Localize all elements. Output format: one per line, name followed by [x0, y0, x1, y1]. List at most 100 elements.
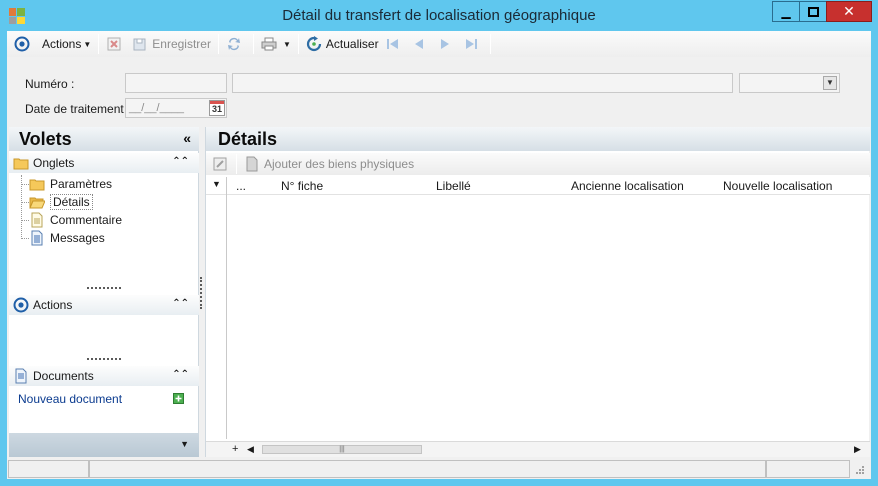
onglets-group-header[interactable]: Onglets ⌃⌃	[9, 153, 199, 173]
tree-item-messages[interactable]: Messages	[29, 229, 105, 247]
calendar-day: 31	[211, 104, 222, 114]
add-row-icon[interactable]: +	[232, 443, 238, 455]
refresh-label: Actualiser	[325, 37, 379, 51]
sync-button[interactable]	[223, 33, 249, 55]
document-lines-icon	[31, 230, 43, 246]
folder-icon	[29, 179, 45, 191]
volets-pane: Volets « Onglets ⌃⌃ Paramètres Détails C…	[9, 127, 199, 457]
collapse-pane-button[interactable]: «	[183, 130, 191, 146]
column-header-nouvelle-localisation[interactable]: Nouvelle localisation	[723, 179, 832, 193]
toolbar-separator	[98, 34, 100, 54]
maximize-button[interactable]	[799, 1, 827, 22]
edit-icon[interactable]	[212, 156, 228, 172]
details-header: Détails	[206, 127, 870, 151]
toolbar-separator	[236, 154, 237, 174]
minimize-icon: ▁	[781, 4, 791, 19]
tree-line	[21, 184, 29, 185]
resize-grip[interactable]	[87, 358, 121, 360]
print-button[interactable]: ▼	[258, 33, 294, 55]
scroll-left-icon[interactable]: ◀	[247, 444, 254, 455]
tree-line	[21, 202, 29, 203]
delete-button[interactable]	[103, 33, 129, 55]
close-button[interactable]: ✕	[826, 1, 872, 22]
last-record-button[interactable]	[460, 33, 486, 55]
chevron-down-icon[interactable]: ▼	[823, 76, 837, 90]
chevron-up-icon[interactable]: ⌃⌃	[172, 156, 189, 167]
grid-border	[226, 177, 227, 439]
next-icon	[440, 39, 449, 49]
chevron-up-icon[interactable]: ⌃⌃	[172, 298, 189, 309]
tree-item-label: Commentaire	[50, 213, 123, 227]
folder-icon	[13, 158, 29, 170]
title-bar: Détail du transfert de localisation géog…	[0, 0, 878, 30]
date-field[interactable]: __/__/____ 31	[125, 98, 227, 118]
new-document-link[interactable]: Nouveau document	[18, 392, 122, 406]
document-lines-icon	[15, 368, 27, 384]
minimize-button[interactable]: ▁	[772, 1, 800, 22]
toolbar-separator	[217, 34, 219, 54]
actions-icon	[13, 297, 29, 313]
chevron-down-icon[interactable]: ▼	[180, 439, 189, 449]
previous-record-button[interactable]	[408, 33, 434, 55]
main-window: Détail du transfert de localisation géog…	[0, 0, 878, 486]
delete-icon	[107, 37, 121, 51]
tree-item-label: Paramètres	[50, 177, 113, 191]
actions-icon	[14, 36, 30, 52]
documents-group-header[interactable]: Documents ⌃⌃	[9, 366, 199, 386]
toolbar-separator	[489, 34, 491, 54]
column-header-fiche[interactable]: N° fiche	[281, 179, 323, 193]
first-icon	[386, 39, 398, 49]
column-header-ancienne-localisation[interactable]: Ancienne localisation	[571, 179, 684, 193]
main-toolbar: Actions ▼ Enregistrer ▼ Actualiser	[7, 31, 871, 57]
chevron-up-icon[interactable]: ⌃⌃	[172, 369, 189, 380]
chevron-down-icon: ▼	[282, 39, 291, 49]
resize-grip[interactable]	[87, 287, 121, 289]
chevron-down-icon: ▼	[83, 39, 92, 49]
tree-item-parametres[interactable]: Paramètres	[29, 175, 112, 193]
actions-menu-button[interactable]: Actions ▼	[11, 33, 94, 55]
refresh-icon	[306, 36, 321, 52]
actions-group-header[interactable]: Actions ⌃⌃	[9, 295, 199, 315]
documents-title: Documents	[33, 369, 94, 383]
tree-item-label: Détails	[50, 194, 93, 210]
numero-type-select[interactable]: ▼	[739, 73, 840, 93]
scroll-right-icon[interactable]: ▶	[854, 444, 861, 455]
volets-header: Volets «	[9, 127, 199, 151]
refresh-button[interactable]: Actualiser	[303, 33, 382, 55]
details-toolbar: Ajouter des biens physiques	[206, 153, 870, 175]
next-record-button[interactable]	[434, 33, 460, 55]
status-panel	[766, 460, 850, 478]
save-label: Enregistrer	[152, 37, 211, 51]
horizontal-scrollbar-thumb[interactable]: |||	[262, 445, 422, 454]
status-panel	[89, 460, 766, 478]
grid-menu-icon[interactable]: ▼	[212, 179, 221, 189]
add-icon[interactable]	[173, 393, 184, 404]
printer-icon	[261, 37, 277, 51]
resize-grip-icon[interactable]	[855, 465, 865, 475]
date-label: Date de traitement :	[25, 102, 131, 116]
status-panel	[8, 460, 89, 478]
pane-splitter[interactable]	[200, 277, 202, 309]
toolbar-separator	[252, 34, 254, 54]
toolbar-separator	[297, 34, 299, 54]
tree-item-commentaire[interactable]: Commentaire	[29, 211, 122, 229]
column-header-libelle[interactable]: Libellé	[436, 179, 471, 193]
numero-field[interactable]	[125, 73, 227, 93]
status-bar	[7, 459, 871, 479]
calendar-icon[interactable]: 31	[209, 100, 225, 116]
maximize-icon	[807, 6, 819, 17]
details-pane: Détails Ajouter des biens physiques ▼ ..…	[205, 127, 870, 457]
tree-item-details[interactable]: Détails	[29, 193, 93, 211]
previous-icon	[414, 39, 423, 49]
actions-group-title: Actions	[33, 298, 73, 312]
close-icon: ✕	[843, 3, 855, 19]
add-document-icon	[246, 156, 258, 172]
numero-description-field[interactable]	[232, 73, 733, 93]
save-button[interactable]: Enregistrer	[129, 33, 214, 55]
grid-footer: + ◀ ||| ▶	[206, 441, 870, 457]
add-physical-goods-button[interactable]: Ajouter des biens physiques	[241, 153, 417, 175]
add-physical-goods-label: Ajouter des biens physiques	[264, 157, 415, 171]
first-record-button[interactable]	[382, 33, 408, 55]
column-header[interactable]: ...	[236, 179, 246, 193]
onglets-title: Onglets	[33, 156, 75, 170]
